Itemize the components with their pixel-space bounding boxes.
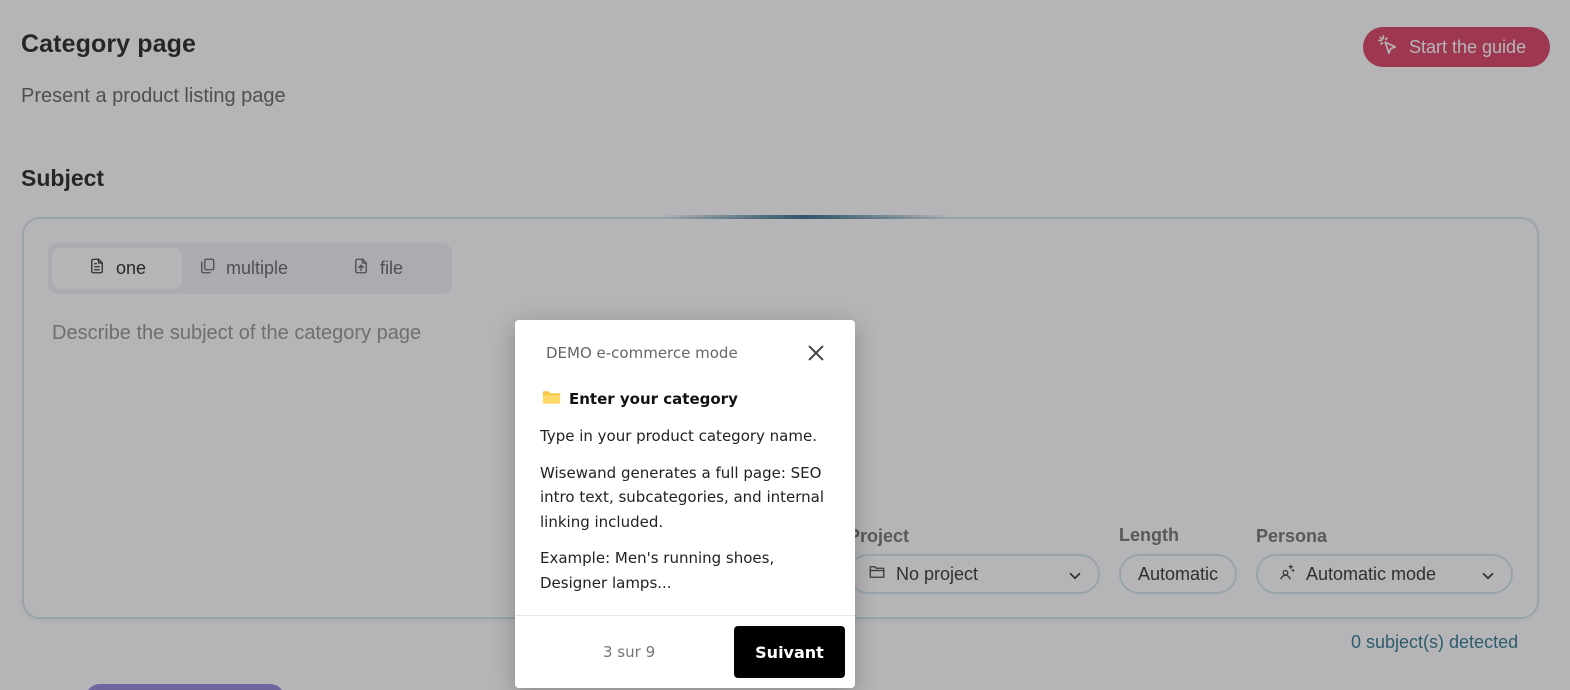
guide-progress: 3 sur 9	[603, 643, 656, 661]
folder-icon	[542, 389, 561, 409]
guide-step-title-text: Enter your category	[569, 390, 738, 408]
guide-header: DEMO e-commerce mode	[546, 344, 738, 362]
guide-paragraph: Example: Men's running shoes, Designer l…	[540, 549, 775, 592]
close-icon[interactable]	[805, 342, 827, 364]
guide-divider	[515, 615, 855, 616]
next-button[interactable]: Suivant	[734, 626, 845, 678]
guide-paragraph: Wisewand generates a full page: SEO intr…	[540, 463, 825, 531]
guide-body: Type in your product category name. Wise…	[540, 424, 840, 607]
guide-paragraph: Type in your product category name.	[540, 427, 817, 445]
guide-tooltip: DEMO e-commerce mode Enter your category…	[515, 320, 855, 688]
guide-step-title: Enter your category	[542, 389, 738, 409]
